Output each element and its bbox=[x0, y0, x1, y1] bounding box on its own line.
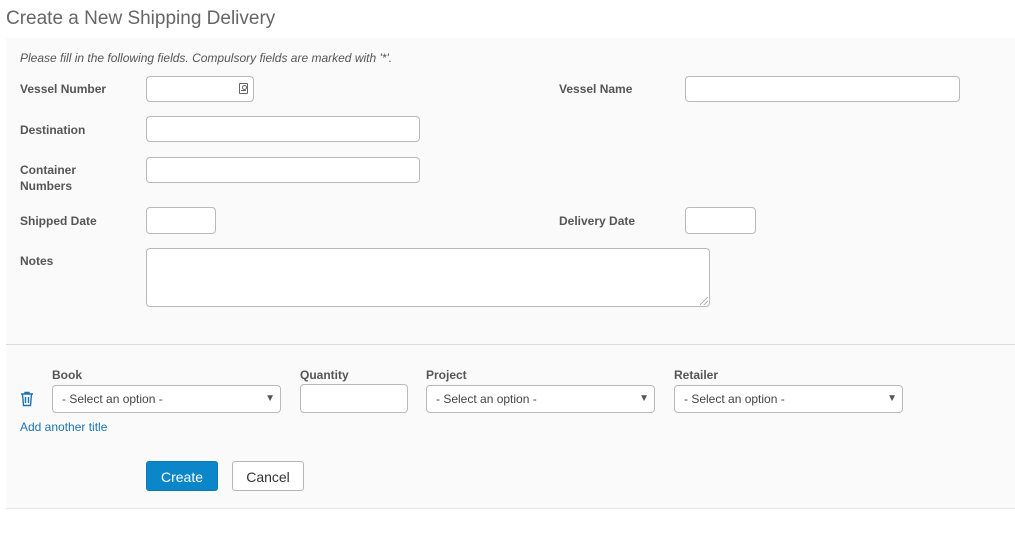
container-numbers-input[interactable] bbox=[146, 157, 420, 183]
delivery-date-label: Delivery Date bbox=[559, 214, 636, 228]
shipped-date-label: Shipped Date bbox=[20, 214, 97, 228]
contact-card-icon bbox=[239, 83, 248, 94]
book-select-value: - Select an option - bbox=[62, 392, 163, 406]
create-button[interactable]: Create bbox=[146, 461, 218, 491]
notes-textarea[interactable] bbox=[146, 248, 710, 307]
container-numbers-label-line2: Numbers bbox=[20, 179, 73, 193]
retailer-select-value: - Select an option - bbox=[684, 392, 785, 406]
cancel-button[interactable]: Cancel bbox=[232, 461, 304, 491]
chevron-down-icon: ▼ bbox=[639, 393, 649, 404]
notes-label: Notes bbox=[20, 254, 54, 268]
quantity-input[interactable] bbox=[300, 384, 408, 413]
delivery-date-input[interactable] bbox=[685, 207, 756, 234]
vessel-number-input[interactable] bbox=[146, 76, 254, 102]
form-instructions: Please fill in the following fields. Com… bbox=[20, 51, 393, 65]
shipped-date-input[interactable] bbox=[146, 207, 216, 234]
project-select[interactable]: - Select an option - ▼ bbox=[426, 385, 655, 413]
destination-label: Destination bbox=[20, 123, 86, 137]
quantity-header: Quantity bbox=[300, 368, 349, 382]
shipping-form: Please fill in the following fields. Com… bbox=[6, 38, 1015, 509]
destination-input[interactable] bbox=[146, 116, 420, 142]
resize-grip-icon[interactable] bbox=[700, 297, 708, 305]
book-select[interactable]: - Select an option - ▼ bbox=[52, 385, 281, 413]
chevron-down-icon: ▼ bbox=[265, 393, 275, 404]
retailer-select[interactable]: - Select an option - ▼ bbox=[674, 385, 903, 413]
trash-icon[interactable] bbox=[20, 391, 34, 407]
vessel-number-label: Vessel Number bbox=[20, 82, 107, 96]
section-divider bbox=[6, 344, 1015, 345]
book-header: Book bbox=[52, 368, 82, 382]
chevron-down-icon: ▼ bbox=[887, 393, 897, 404]
project-header: Project bbox=[426, 368, 467, 382]
container-numbers-label-line1: Container bbox=[20, 163, 77, 177]
add-another-title-link[interactable]: Add another title bbox=[20, 420, 107, 434]
retailer-header: Retailer bbox=[674, 368, 719, 382]
vessel-name-input[interactable] bbox=[685, 76, 960, 102]
project-select-value: - Select an option - bbox=[436, 392, 537, 406]
page-title: Create a New Shipping Delivery bbox=[6, 8, 276, 29]
vessel-name-label: Vessel Name bbox=[559, 82, 633, 96]
container-numbers-label: Container Numbers bbox=[20, 162, 76, 194]
